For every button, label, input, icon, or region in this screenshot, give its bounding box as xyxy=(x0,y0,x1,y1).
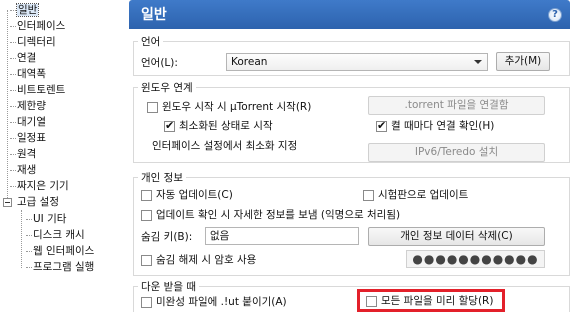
tree-item-playback[interactable]: 재생 xyxy=(10,163,37,178)
tree-item-label: 웹 인터페이스 xyxy=(33,245,95,257)
tree-item-ui-extras[interactable]: UI 기타 xyxy=(26,212,67,227)
panel-header: 일반 ? xyxy=(129,0,570,29)
tree-item-remote[interactable]: 원격 xyxy=(10,147,37,162)
settings-tree: 일반 인터페이스 디렉터리 연결 대역폭 비트토렌트 제한량 대기열 일정표 원… xyxy=(0,0,120,312)
tree-item-label: 원격 xyxy=(17,148,37,160)
start-minimized-checkbox[interactable] xyxy=(164,119,175,132)
windows-group-label: 윈도우 연계 xyxy=(138,80,196,95)
tree-item-web-ui[interactable]: 웹 인터페이스 xyxy=(26,244,95,259)
tree-item-disk-cache[interactable]: 디스크 캐시 xyxy=(26,228,85,243)
install-ipv6-button[interactable]: IPv6/Teredo 설치 xyxy=(368,143,545,162)
tree-item-label: 고급 설정 xyxy=(17,196,59,208)
tree-item-interface[interactable]: 인터페이스 xyxy=(10,19,66,34)
page-title: 일반 xyxy=(141,7,167,23)
password-on-unhide-checkbox[interactable] xyxy=(141,255,152,266)
boss-key-label: 숨김 키(B): xyxy=(141,231,193,243)
add-language-button[interactable]: 추가(M) xyxy=(496,52,550,71)
delete-private-data-button[interactable]: 개인 정보 데이터 삭제(C) xyxy=(368,227,545,246)
tree-item-transfer-cap[interactable]: 제한량 xyxy=(10,99,46,114)
tree-item-directories[interactable]: 디렉터리 xyxy=(10,35,56,50)
append-ut-label[interactable]: 미완성 파일에 .!ut 붙이기(A) xyxy=(156,295,287,309)
help-icon[interactable]: ? xyxy=(548,8,562,22)
privacy-group-label: 개인 정보 xyxy=(138,170,186,185)
tree-item-label: 인터페이스 xyxy=(17,20,66,32)
tree-item-label: 짜지은 기기 xyxy=(17,180,69,192)
auto-update-label[interactable]: 자동 업데이트(C) xyxy=(156,188,233,202)
language-label: 언어(L): xyxy=(141,57,178,69)
tree-item-label: 프로그램 실행 xyxy=(33,261,95,273)
general-settings-panel: 일반 ? 언어 언어(L): Korean 추가(M) 윈도우 연계 윈도우 시… xyxy=(125,0,572,312)
password-on-unhide-label[interactable]: 숨김 해제 시 암호 사용 xyxy=(156,253,256,267)
tree-item-run-program[interactable]: 프로그램 실행 xyxy=(26,260,95,275)
tree-item-bittorrent[interactable]: 비트토렌트 xyxy=(10,83,66,98)
send-info-label[interactable]: 업데이트 확인 시 자세한 정보를 보냄 (익명으로 처리됨) xyxy=(156,208,400,222)
tree-item-label: UI 기타 xyxy=(33,213,67,225)
tree-item-label: 디렉터리 xyxy=(17,36,56,48)
check-association-label[interactable]: 켤 때마다 연결 확인(H) xyxy=(391,119,494,133)
preallocate-label[interactable]: 모든 파일을 미리 할당(R) xyxy=(381,294,493,308)
boss-key-field[interactable]: 없음 xyxy=(205,227,359,245)
tree-item-label: 일반 xyxy=(15,3,40,17)
beta-update-label[interactable]: 시험판으로 업데이트 xyxy=(378,188,468,202)
associate-torrent-button[interactable]: .torrent 파일을 연결함 xyxy=(368,96,545,115)
tree-line-children xyxy=(21,210,22,268)
language-select[interactable]: Korean xyxy=(226,53,488,71)
collapse-icon[interactable] xyxy=(3,198,12,207)
tree-item-connection[interactable]: 연결 xyxy=(10,51,37,66)
tree-item-label: 대기열 xyxy=(17,116,46,128)
tree-item-label: 대역폭 xyxy=(17,68,46,80)
tree-item-label: 재생 xyxy=(17,164,37,176)
tree-item-bandwidth[interactable]: 대역폭 xyxy=(10,67,46,82)
start-on-boot-checkbox[interactable] xyxy=(147,102,158,113)
tree-item-advanced[interactable]: 고급 설정 xyxy=(17,195,59,210)
start-minimized-label[interactable]: 최소화된 상태로 시작 xyxy=(179,119,273,133)
tree-item-label: 디스크 캐시 xyxy=(33,229,85,241)
tree-line xyxy=(7,10,8,200)
chevron-down-icon xyxy=(474,60,482,64)
tree-item-queueing[interactable]: 대기열 xyxy=(10,115,46,130)
downloading-group-label: 다운 받을 때 xyxy=(138,279,199,294)
preallocate-checkbox[interactable] xyxy=(366,296,377,307)
language-select-value: Korean xyxy=(231,56,268,68)
auto-update-checkbox[interactable] xyxy=(141,190,152,201)
tree-item-label: 연결 xyxy=(17,52,37,64)
append-ut-checkbox[interactable] xyxy=(141,297,152,308)
password-field[interactable]: ●●●●●●●●●●● xyxy=(406,250,545,268)
tree-item-paired-devices[interactable]: 짜지은 기기 xyxy=(10,179,69,194)
minimize-behavior-text: 인터페이스 설정에서 최소화 지정 xyxy=(152,140,298,152)
tree-item-scheduler[interactable]: 일정표 xyxy=(10,131,46,146)
language-group-label: 언어 xyxy=(138,34,164,49)
beta-update-checkbox[interactable] xyxy=(363,190,374,201)
start-on-boot-label[interactable]: 윈도우 시작 시 µTorrent 시작(R) xyxy=(162,100,311,114)
tree-item-general[interactable]: 일반 xyxy=(10,3,40,18)
tree-item-label: 비트토렌트 xyxy=(17,84,66,96)
send-info-checkbox[interactable] xyxy=(141,210,152,221)
tree-item-label: 일정표 xyxy=(17,132,46,144)
tree-item-label: 제한량 xyxy=(17,100,46,112)
check-association-checkbox[interactable] xyxy=(376,119,387,132)
